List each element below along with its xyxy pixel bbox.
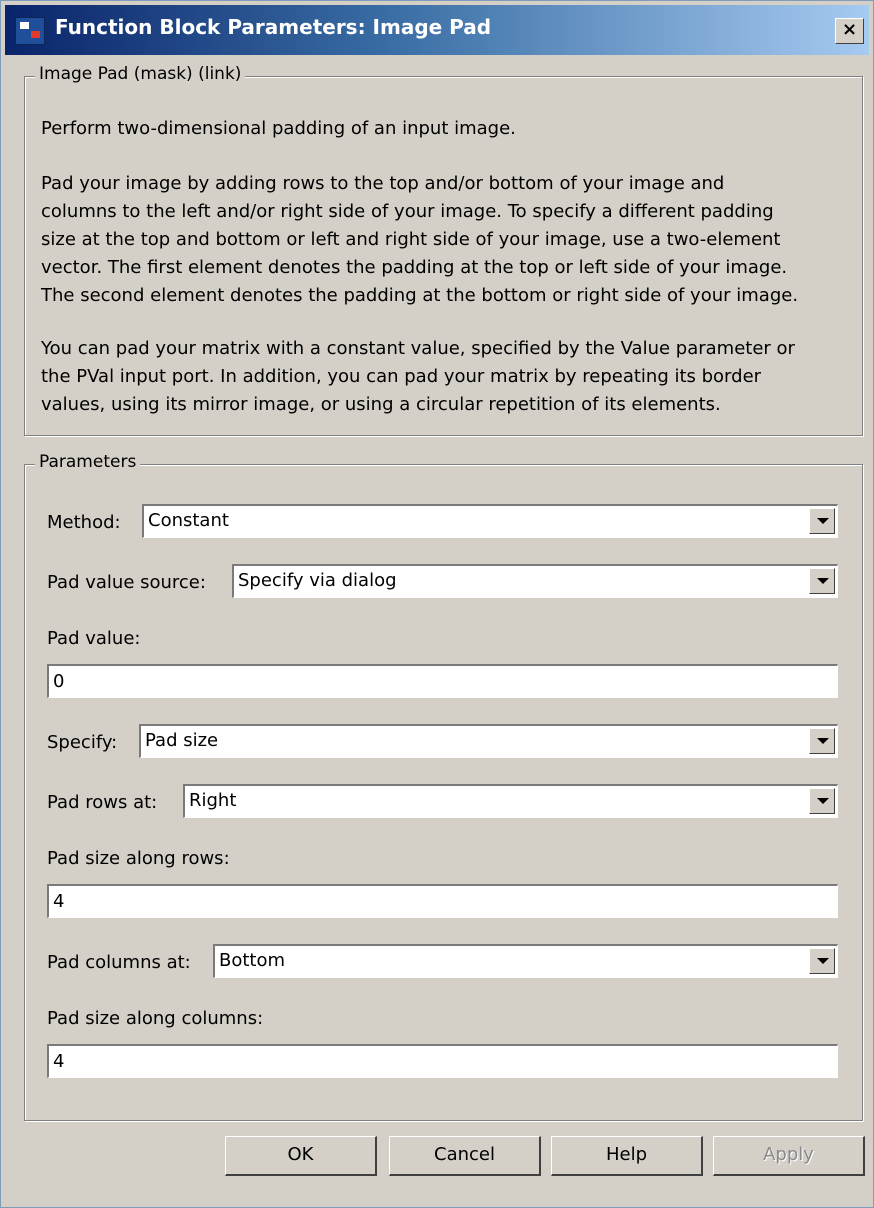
description-paragraph-2: Pad your image by adding rows to the top… [41,173,799,306]
method-label: Method: [47,512,121,533]
pad-size-columns-label: Pad size along columns: [47,1008,264,1029]
cancel-button[interactable]: Cancel [389,1136,541,1176]
help-button[interactable]: Help [551,1136,703,1176]
specify-label: Specify: [47,732,118,753]
method-value: Constant [148,510,229,531]
method-dropdown[interactable]: Constant [142,504,838,538]
description-group: Image Pad (mask) (link) Perform two-dime… [24,64,863,436]
title-bar[interactable]: Function Block Parameters: Image Pad [5,5,869,55]
description-group-legend: Image Pad (mask) (link) [35,64,246,84]
chevron-down-icon[interactable] [809,728,835,754]
pad-value-label: Pad value: [47,628,141,649]
chevron-down-icon[interactable] [809,568,835,594]
pad-size-columns-field[interactable] [47,1044,838,1078]
specify-dropdown[interactable]: Pad size [139,724,838,758]
pad-columns-at-value: Bottom [219,950,286,971]
description-paragraph-1: Perform two-dimensional padding of an in… [41,118,516,139]
description-paragraph-3: You can pad your matrix with a constant … [41,338,795,415]
pad-columns-at-dropdown[interactable]: Bottom [213,944,838,978]
close-button[interactable]: × [835,18,864,44]
pad-columns-at-label: Pad columns at: [47,952,191,973]
chevron-down-icon[interactable] [809,948,835,974]
pad-value-source-dropdown[interactable]: Specify via dialog [232,564,838,598]
window-title: Function Block Parameters: Image Pad [55,15,492,39]
apply-button[interactable]: Apply [713,1136,865,1176]
pad-size-rows-field[interactable] [47,884,838,918]
pad-size-rows-input[interactable] [53,889,813,913]
pad-size-columns-input[interactable] [53,1049,813,1073]
pad-value-input[interactable] [53,669,813,693]
pad-size-rows-label: Pad size along rows: [47,848,230,869]
chevron-down-icon[interactable] [809,788,835,814]
pad-rows-at-value: Right [189,790,237,811]
ok-button[interactable]: OK [225,1136,377,1176]
pad-value-source-label: Pad value source: [47,572,206,593]
dialog-window: Function Block Parameters: Image Pad × I… [0,0,874,1208]
pad-value-source-value: Specify via dialog [238,570,397,591]
pad-value-field[interactable] [47,664,838,698]
simulink-block-icon [15,17,45,45]
chevron-down-icon[interactable] [809,508,835,534]
pad-rows-at-dropdown[interactable]: Right [183,784,838,818]
parameters-group-legend: Parameters [35,452,141,472]
specify-value: Pad size [145,730,219,751]
pad-rows-at-label: Pad rows at: [47,792,158,813]
